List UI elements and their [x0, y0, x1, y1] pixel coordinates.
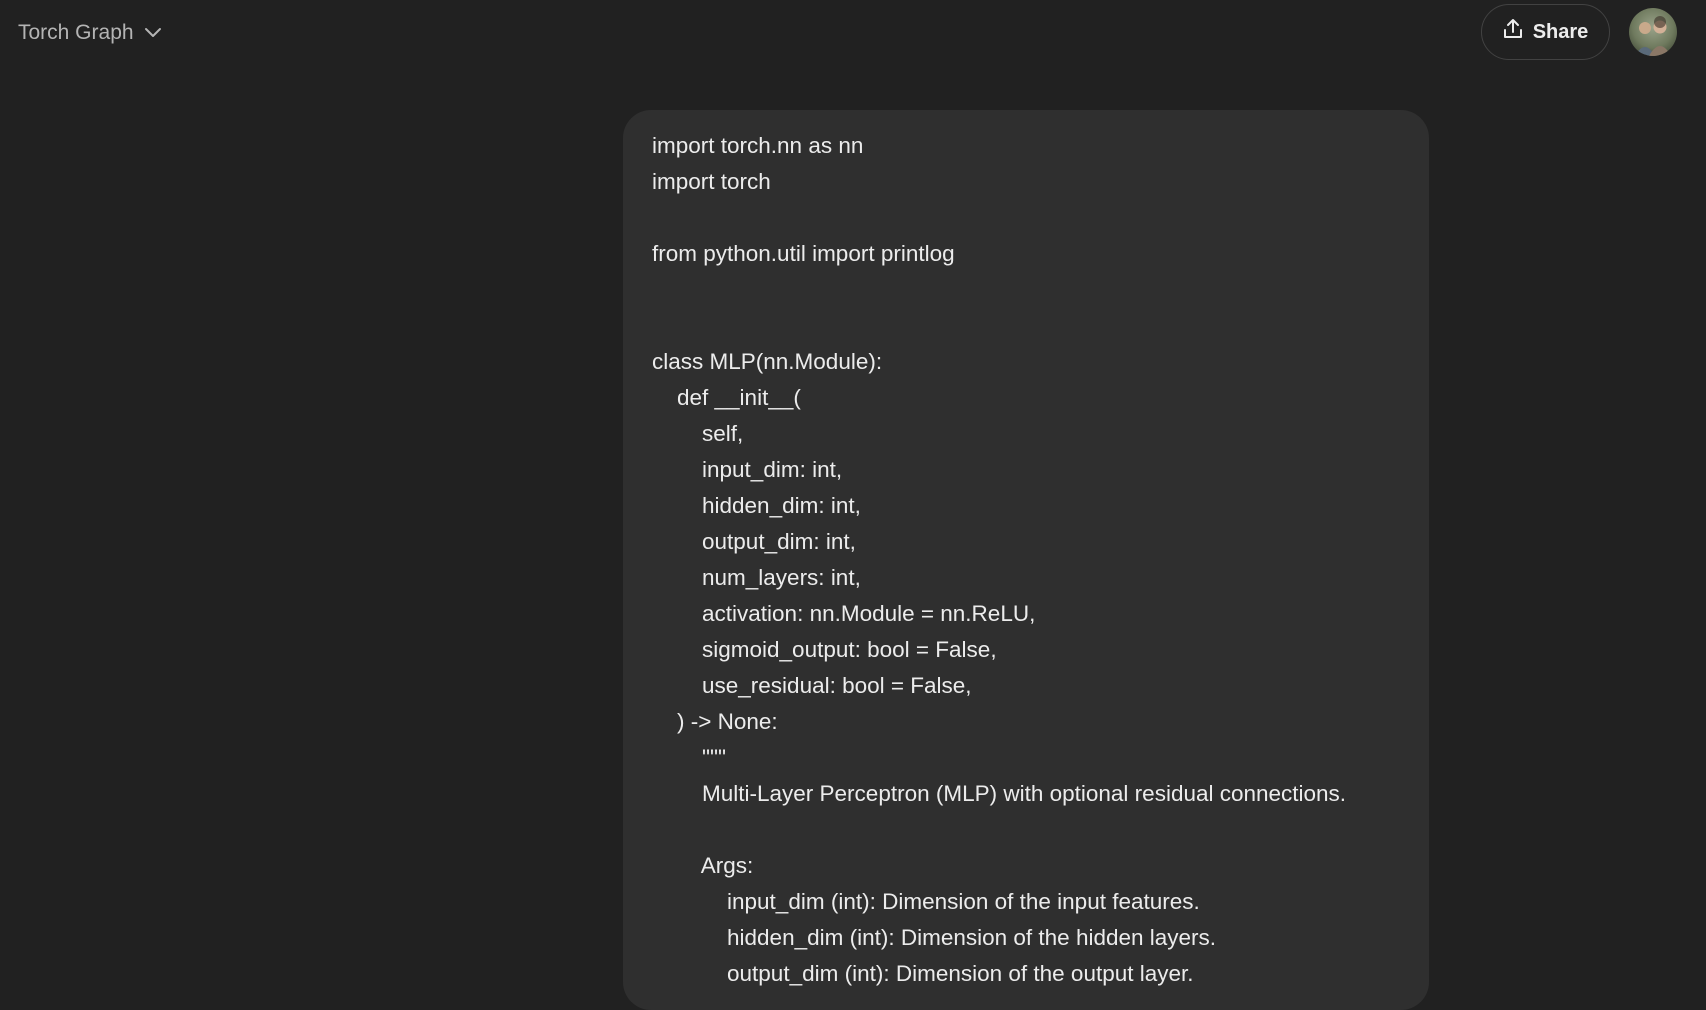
message-line: activation: nn.Module = nn.ReLU,: [652, 601, 1036, 626]
message-line: output_dim: int,: [652, 529, 856, 554]
chevron-down-icon: [144, 27, 162, 39]
model-selector[interactable]: Torch Graph: [10, 14, 170, 52]
message-line: hidden_dim: int,: [652, 493, 861, 518]
message-line: import torch: [652, 169, 771, 194]
conversation-title: Torch Graph: [18, 21, 134, 44]
message-line: sigmoid_output: bool = False,: [652, 637, 997, 662]
message-line: use_residual: bool = False,: [652, 673, 972, 698]
top-bar: Torch Graph Share: [0, 0, 1706, 66]
message-line: [652, 812, 1401, 848]
message-line: [652, 272, 1401, 308]
share-label: Share: [1532, 20, 1589, 43]
message-line: hidden_dim (int): Dimension of the hidde…: [652, 925, 1217, 950]
message-line: [652, 200, 1401, 236]
message-line: ) -> None:: [652, 709, 778, 734]
message-line: Multi-Layer Perceptron (MLP) with option…: [652, 781, 1347, 806]
message-line: [652, 308, 1401, 344]
message-line: import torch.nn as nn: [652, 133, 864, 158]
message-line: from python.util import printlog: [652, 241, 955, 266]
share-button[interactable]: Share: [1481, 4, 1610, 60]
message-line: input_dim (int): Dimension of the input …: [652, 889, 1200, 914]
message-line: def __init__(: [652, 385, 801, 410]
message-line: Args:: [652, 853, 754, 878]
message-line: class MLP(nn.Module):: [652, 349, 883, 374]
user-avatar[interactable]: [1629, 8, 1677, 56]
share-upload-icon: [1503, 18, 1523, 46]
message-line: self,: [652, 421, 744, 446]
message-line: input_dim: int,: [652, 457, 843, 482]
message-line: output_dim (int): Dimension of the outpu…: [652, 961, 1194, 986]
user-message-bubble: import torch.nn as nn import torch from …: [623, 110, 1429, 1010]
message-line: """: [652, 745, 726, 770]
message-line: num_layers: int,: [652, 565, 861, 590]
